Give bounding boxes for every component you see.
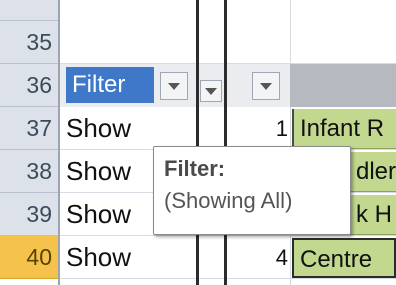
filter-cell-37[interactable]: Show bbox=[66, 107, 196, 150]
row-header-separator bbox=[58, 0, 60, 285]
spreadsheet-view: 35 36 37 38 39 40 Filter Show Show Show … bbox=[0, 0, 396, 285]
number-column-dropdown-button[interactable] bbox=[252, 72, 280, 100]
chevron-down-icon bbox=[260, 82, 272, 90]
chevron-down-icon bbox=[205, 87, 217, 95]
green-cell-40[interactable]: Centre bbox=[292, 238, 396, 278]
row-header-39[interactable]: 39 bbox=[0, 193, 58, 236]
row-header-38[interactable]: 38 bbox=[0, 150, 58, 193]
chevron-down-icon bbox=[168, 82, 180, 90]
header-row-dark-cell bbox=[290, 64, 396, 107]
column-dropdown-button[interactable] bbox=[200, 80, 222, 102]
row-header-35[interactable]: 35 bbox=[0, 21, 58, 64]
gridline bbox=[290, 0, 291, 285]
row-header-above bbox=[0, 0, 58, 21]
row-header-40[interactable]: 40 bbox=[0, 236, 58, 279]
green-cell-37[interactable]: Infant R bbox=[292, 109, 396, 149]
filter-header-label: Filter bbox=[72, 71, 126, 98]
number-cell-40[interactable]: 4 bbox=[228, 236, 288, 279]
filter-column-header[interactable]: Filter bbox=[66, 67, 154, 103]
filter-dropdown-button[interactable] bbox=[160, 72, 188, 100]
row-header-36[interactable]: 36 bbox=[0, 64, 58, 107]
tooltip-title: Filter: bbox=[164, 156, 226, 181]
filter-tooltip: Filter: (Showing All) bbox=[153, 146, 351, 235]
filter-cell-40[interactable]: Show bbox=[66, 236, 196, 279]
number-cell-37[interactable]: 1 bbox=[228, 107, 288, 150]
row-header-37[interactable]: 37 bbox=[0, 107, 58, 150]
tooltip-body: (Showing All) bbox=[164, 188, 293, 213]
column-border bbox=[224, 0, 227, 285]
freeze-pane-divider[interactable] bbox=[196, 0, 199, 285]
